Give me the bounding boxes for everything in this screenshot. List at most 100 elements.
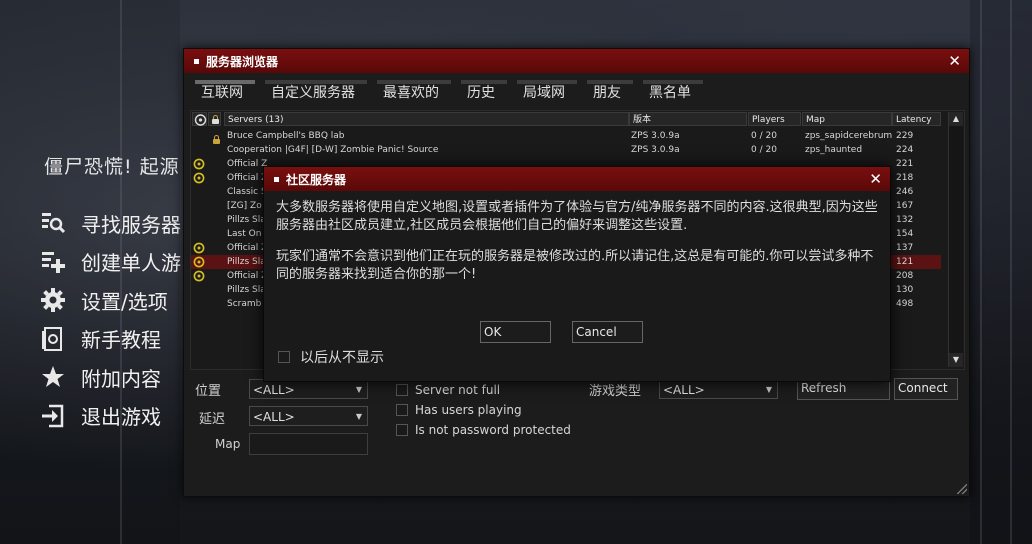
- server-browser-title-bar[interactable]: 服务器浏览器: [184, 49, 969, 73]
- header-map[interactable]: Map: [802, 112, 892, 126]
- dialog-close-icon[interactable]: ✕: [869, 170, 882, 188]
- dialog-title: 社区服务器: [286, 172, 347, 187]
- server-tabs: 互联网 自定义服务器 最喜欢的 历史 局域网 朋友 黑名单: [184, 80, 969, 102]
- menu-label-create-game: 创建单人游: [81, 251, 181, 276]
- dialog-title-bar[interactable]: 社区服务器: [264, 167, 890, 191]
- latency-select-value: <ALL>: [253, 410, 295, 424]
- menu-label-extras: 附加内容: [81, 366, 161, 391]
- server-name-cell: Cooperation |G4F| [D-W] Zombie Panic! So…: [227, 145, 439, 155]
- create-game-icon: [40, 249, 66, 275]
- checkbox-box: [396, 404, 408, 416]
- star-icon: [40, 364, 66, 390]
- menu-item-create-game[interactable]: 创建单人游: [40, 243, 181, 282]
- resize-grip[interactable]: [957, 484, 967, 494]
- server-latency-cell: 246: [896, 187, 914, 197]
- server-players-cell: 0 / 20: [751, 145, 777, 155]
- ok-button[interactable]: OK: [480, 321, 551, 343]
- chevron-down-icon: ▼: [765, 385, 772, 394]
- menu-item-settings[interactable]: 设置/选项: [40, 281, 181, 320]
- server-version-cell: ZPS 3.0.9a: [631, 131, 680, 141]
- scroll-down-button[interactable]: ▼: [949, 353, 963, 367]
- map-input[interactable]: [249, 433, 368, 455]
- game-type-select[interactable]: <ALL> ▼: [659, 379, 778, 399]
- server-map-cell: zps_haunted: [805, 145, 863, 155]
- server-latency-cell: 208: [896, 271, 914, 281]
- header-players[interactable]: Players: [748, 112, 801, 126]
- location-label: 位置: [195, 384, 222, 399]
- map-label: Map: [215, 437, 241, 451]
- server-browser-title: 服务器浏览器: [206, 54, 279, 69]
- server-latency-cell: 121: [896, 257, 914, 267]
- has-users-playing-label: Has users playing: [415, 403, 522, 417]
- connect-button[interactable]: Connect: [894, 378, 958, 400]
- tutorial-icon: [40, 326, 66, 352]
- game-title: 僵尸恐慌! 起源: [44, 156, 180, 178]
- menu-item-find-server[interactable]: 寻找服务器: [40, 204, 181, 243]
- not-password-protected-label: Is not password protected: [415, 423, 571, 437]
- server-latency-cell: 224: [896, 145, 914, 155]
- tab-blacklist[interactable]: 黑名单: [643, 80, 703, 102]
- server-not-full-checkbox[interactable]: Server not full: [396, 383, 500, 397]
- not-password-protected-checkbox[interactable]: Is not password protected: [396, 423, 571, 437]
- table-row[interactable]: Cooperation |G4F| [D-W] Zombie Panic! So…: [191, 143, 941, 157]
- dont-show-again-label: 以后从不显示: [300, 350, 384, 366]
- server-list-scrollbar[interactable]: ▲ ▼: [948, 112, 963, 367]
- server-not-full-label: Server not full: [415, 383, 501, 397]
- server-players-cell: 0 / 20: [751, 131, 777, 141]
- server-latency-cell: 154: [896, 229, 914, 239]
- biohazard-header-icon: [194, 114, 207, 126]
- menu-item-tutorial[interactable]: 新手教程: [40, 320, 181, 359]
- server-latency-cell: 137: [896, 243, 914, 253]
- location-select[interactable]: <ALL> ▼: [249, 379, 368, 399]
- tab-lan[interactable]: 局域网: [517, 80, 577, 102]
- dont-show-again-checkbox[interactable]: 以后从不显示: [278, 347, 384, 367]
- header-latency[interactable]: Latency: [892, 112, 941, 126]
- find-server-icon: [40, 210, 66, 236]
- server-latency-cell: 498: [896, 299, 914, 309]
- cancel-button[interactable]: Cancel: [572, 321, 643, 343]
- server-map-cell: zps_sapidcerebrum: [805, 131, 893, 141]
- table-row[interactable]: Bruce Campbell's BBQ lab ZPS 3.0.9a 0 / 20…: [191, 129, 941, 144]
- header-lock-column[interactable]: [208, 112, 221, 126]
- has-users-playing-checkbox[interactable]: Has users playing: [396, 403, 522, 417]
- checkbox-box: [396, 384, 408, 396]
- scroll-up-button[interactable]: ▲: [949, 112, 963, 126]
- title-square-icon: [274, 176, 279, 182]
- menu-label-tutorial: 新手教程: [81, 328, 161, 353]
- menu-item-quit[interactable]: 退出游戏: [40, 397, 181, 436]
- server-latency-cell: 132: [896, 215, 914, 225]
- header-version[interactable]: 版本: [629, 112, 747, 126]
- chevron-down-icon: ▼: [355, 412, 362, 421]
- server-version-cell: ZPS 3.0.9a: [631, 145, 680, 155]
- menu-label-quit: 退出游戏: [81, 405, 161, 430]
- checkbox-box: [278, 351, 290, 363]
- latency-label: 延迟: [199, 412, 226, 427]
- tab-friends[interactable]: 朋友: [587, 80, 633, 102]
- latency-select[interactable]: <ALL> ▼: [249, 406, 368, 426]
- gear-icon: [40, 287, 66, 313]
- menu-item-extras[interactable]: 附加内容: [40, 358, 181, 397]
- menu-label-settings: 设置/选项: [81, 289, 168, 314]
- header-servers[interactable]: Servers (13): [224, 112, 629, 126]
- tab-history[interactable]: 历史: [461, 80, 507, 102]
- lock-header-icon: [212, 115, 219, 124]
- dialog-paragraph-2: 玩家们通常不会意识到他们正在玩的服务器是被修改过的.所以请记住,这总是有可能的.…: [276, 249, 874, 282]
- title-square-icon: [194, 58, 199, 64]
- location-select-value: <ALL>: [253, 383, 295, 397]
- header-badge-column[interactable]: [192, 112, 207, 126]
- server-latency-cell: 218: [896, 173, 914, 183]
- server-latency-cell: 167: [896, 201, 914, 211]
- chevron-down-icon: ▼: [355, 385, 362, 394]
- tab-internet[interactable]: 互联网: [195, 80, 255, 102]
- checkbox-box: [396, 424, 408, 436]
- main-menu: 寻找服务器 创建单人游 设置/选项 新手教程 附加内容 退出游戏: [40, 204, 181, 435]
- exit-icon: [40, 403, 66, 429]
- menu-label-find-server: 寻找服务器: [81, 212, 181, 237]
- game-type-label: 游戏类型: [589, 384, 642, 399]
- tab-favorites[interactable]: 最喜欢的: [377, 80, 451, 102]
- server-latency-cell: 130: [896, 285, 914, 295]
- community-server-dialog: 社区服务器 ✕ 大多数服务器将使用自定义地图,设置或者插件为了体验与官方/纯净服…: [263, 166, 891, 382]
- close-icon[interactable]: ✕: [948, 52, 961, 70]
- tab-custom[interactable]: 自定义服务器: [265, 80, 367, 102]
- dialog-paragraph-1: 大多数服务器将使用自定义地图,设置或者插件为了体验与官方/纯净服务器不同的内容.…: [276, 200, 878, 233]
